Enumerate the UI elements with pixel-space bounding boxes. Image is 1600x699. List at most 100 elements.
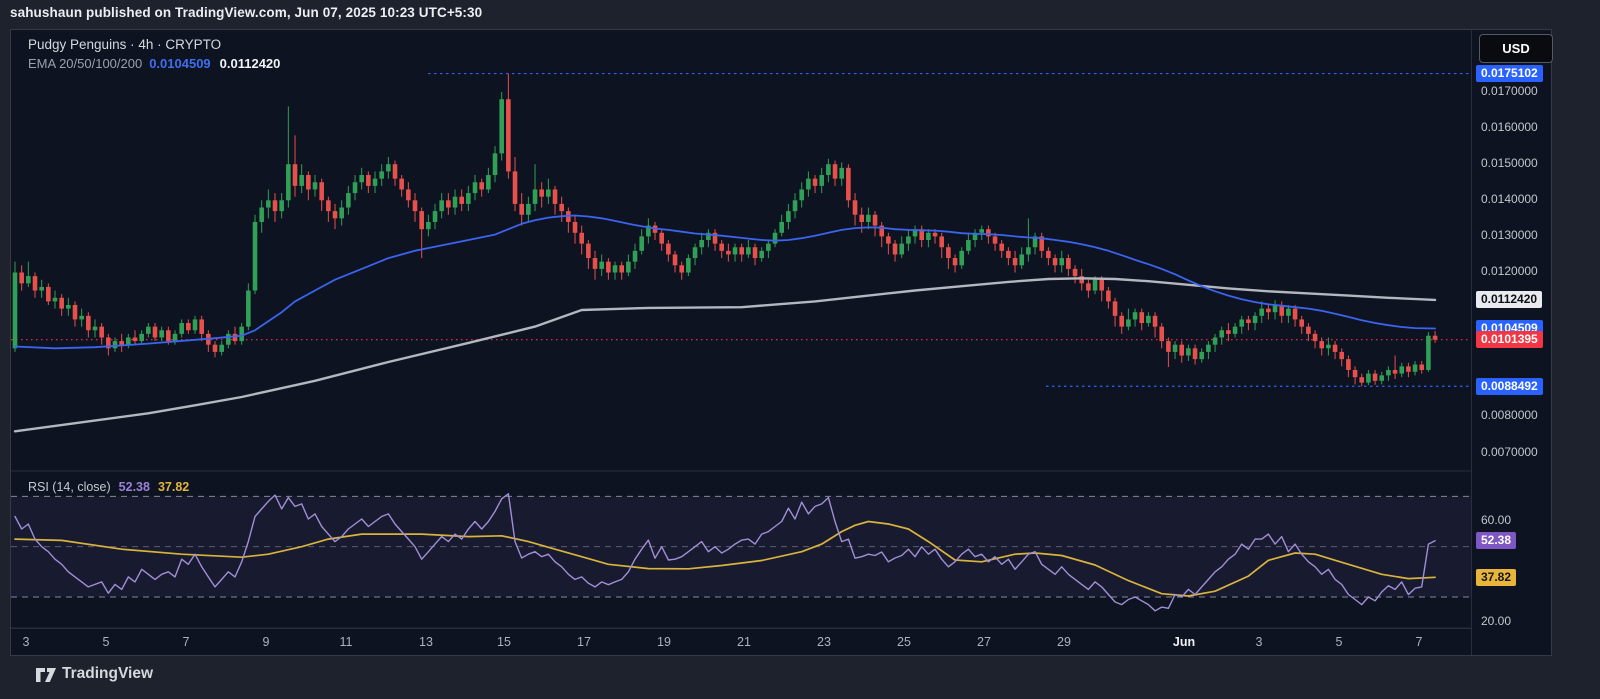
candle-body <box>199 319 204 334</box>
candle-body <box>472 182 478 194</box>
time-label: 9 <box>262 635 270 649</box>
candle-body <box>186 323 191 331</box>
candle-body <box>32 276 38 291</box>
candle-body <box>266 200 271 208</box>
candle-body <box>906 236 911 244</box>
time-label: Jun <box>1172 635 1196 649</box>
time-label: 19 <box>657 635 671 649</box>
candle-body <box>52 297 58 302</box>
candle-body <box>752 247 758 259</box>
candle-body <box>939 236 945 248</box>
candle-body <box>866 214 871 222</box>
candle-body <box>219 344 224 352</box>
candle-body <box>1186 348 1191 356</box>
candlestick-chart[interactable] <box>11 30 1471 655</box>
candle-body <box>232 333 238 342</box>
time-label: 23 <box>817 635 831 649</box>
candle-body <box>806 178 811 190</box>
candle-body <box>699 240 705 248</box>
rsi-tick: 20.00 <box>1481 613 1512 628</box>
candle-body <box>359 175 364 183</box>
tradingview-brand[interactable]: TradingView <box>62 665 153 683</box>
footer-bar: TradingView <box>0 656 1600 699</box>
ema-indicator-label: EMA 20/50/100/200 <box>28 56 143 71</box>
candle-body <box>492 153 498 176</box>
currency-toggle-button[interactable]: USD <box>1479 34 1553 63</box>
time-label: 7 <box>182 635 190 649</box>
candle-body <box>1052 258 1058 266</box>
price-tick: 0.0140000 <box>1481 191 1538 206</box>
candle-body <box>59 297 64 309</box>
candle-body <box>1379 375 1385 381</box>
candle-body <box>1086 283 1091 291</box>
candle-body <box>386 164 391 172</box>
candle-body <box>519 203 524 215</box>
candle-body <box>779 221 785 233</box>
candle-body <box>572 221 578 233</box>
price-axis[interactable]: 0.0170000 0.0160000 0.0150000 0.0140000 0.01… <box>1471 30 1552 655</box>
candle-body <box>1346 359 1351 370</box>
candle-body <box>1286 308 1291 316</box>
candle-body <box>126 337 131 345</box>
candle-body <box>146 326 151 334</box>
symbol-title: Pudgy Penguins · 4h · CRYPTO <box>28 37 222 52</box>
tradingview-logo-icon[interactable] <box>35 665 57 685</box>
candle-body <box>99 326 104 338</box>
candle-body <box>606 261 611 273</box>
candle-body <box>1259 308 1265 316</box>
candle-body <box>1066 258 1071 269</box>
candle-body <box>226 333 231 345</box>
price-tick: 0.0130000 <box>1481 227 1538 242</box>
candle-body <box>926 232 931 241</box>
candle-body <box>579 232 584 244</box>
price-tick: 0.0080000 <box>1481 408 1538 423</box>
candle-body <box>639 236 644 251</box>
candle-body <box>792 200 798 212</box>
chart-panes[interactable]: Pudgy Penguins · 4h · CRYPTO EMA 20/50/1… <box>11 30 1471 655</box>
candle-body <box>139 333 144 342</box>
candle-body <box>832 164 838 179</box>
candle-body <box>1232 326 1238 334</box>
candle-body <box>79 315 84 320</box>
rsi-legend: RSI (14, close) 52.38 37.82 <box>28 480 189 494</box>
candle-body <box>732 247 738 255</box>
candle-body <box>459 196 464 204</box>
candle-body <box>1339 351 1345 360</box>
price-badge-white: 0.0112420 <box>1476 291 1543 309</box>
time-label: 7 <box>1415 635 1423 649</box>
candle-body <box>1126 319 1131 327</box>
candle-body <box>546 189 551 197</box>
candle-body <box>686 258 691 273</box>
time-axis[interactable]: 3 5 7 9 11 13 15 17 19 21 23 25 27 29 Jun 3 5 7 <box>11 628 1471 656</box>
candle-body <box>1119 315 1125 327</box>
candle-body <box>1412 364 1418 372</box>
candle-body <box>846 167 851 201</box>
candle-body <box>479 182 484 190</box>
candle-body <box>1159 326 1165 342</box>
publisher-bar: sahushaun published on TradingView.com, … <box>10 5 483 20</box>
candle-body <box>539 189 544 197</box>
candle-body <box>986 229 991 237</box>
candle-body <box>72 304 78 320</box>
candle-body <box>1092 279 1098 291</box>
candle-body <box>839 167 845 179</box>
candle-body <box>46 286 51 302</box>
candle-body <box>1359 377 1365 383</box>
candle-body <box>1372 373 1378 381</box>
candle-body <box>1432 335 1438 340</box>
candle-body <box>979 229 985 233</box>
candle-body <box>1172 344 1178 352</box>
candle-body <box>112 341 118 349</box>
time-label: 25 <box>897 635 911 649</box>
candle-body <box>119 341 124 345</box>
candle-body <box>1246 319 1251 324</box>
time-label: 5 <box>1335 635 1343 649</box>
time-label: 27 <box>977 635 991 649</box>
candle-body <box>952 258 958 266</box>
candle-body <box>286 164 291 201</box>
candle-body <box>212 344 218 352</box>
chart-widget[interactable]: Pudgy Penguins · 4h · CRYPTO EMA 20/50/1… <box>10 29 1553 656</box>
candle-body <box>86 315 91 331</box>
time-label: 5 <box>102 635 110 649</box>
candle-body <box>426 221 431 230</box>
